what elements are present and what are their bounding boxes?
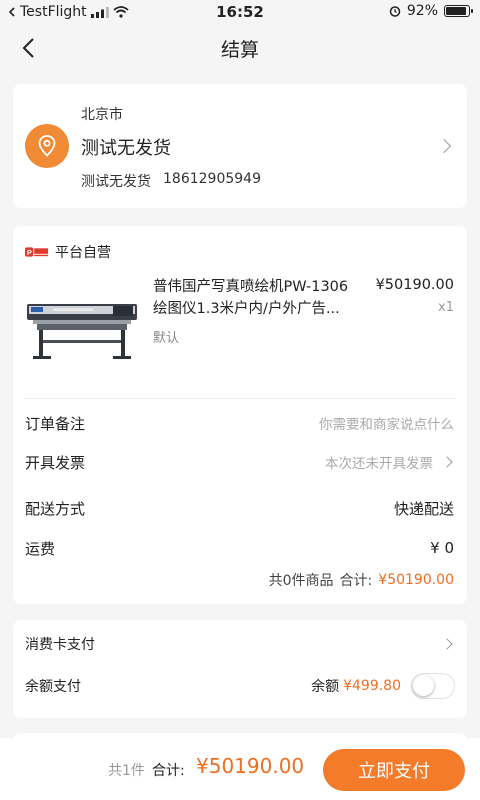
product-name-line1: 普伟国产写真喷绘机PW-1306: [153, 279, 349, 295]
delivery-row: 配送方式 快递配送: [25, 494, 454, 522]
product-name[interactable]: 普伟国产写真喷绘机PW-1306 绘图仪1.3米户内/户外广告...: [153, 276, 363, 320]
order-remark-row[interactable]: 订单备注 你需要和商家说点什么: [25, 409, 454, 437]
divider: [25, 398, 455, 399]
summary-count: 共0件商品: [268, 573, 334, 589]
invoice-row[interactable]: 开具发票 本次还未开具发票: [25, 448, 454, 476]
balance-amount: ¥499.80: [343, 678, 401, 694]
shop-name: 平台自营: [55, 245, 111, 261]
delivery-label: 配送方式: [25, 499, 86, 518]
product-spec: 默认: [153, 331, 180, 346]
order-remark-label: 订单备注: [25, 414, 86, 433]
product-quantity: x1: [438, 300, 454, 315]
total-count: 共1件: [108, 763, 145, 779]
product-price: ¥50190.00: [375, 277, 454, 293]
contact-phone: 18612905949: [163, 171, 261, 187]
summary-total: ¥50190.00: [378, 572, 454, 588]
card-pay-label: 消费卡支付: [25, 637, 95, 653]
location-icon: [25, 124, 69, 168]
svg-text:P: P: [27, 248, 32, 257]
invoice-value-group: 本次还未开具发票: [325, 452, 454, 472]
product-name-line2: 绘图仪1.3米户内/户外广告...: [153, 301, 340, 317]
balance-group: 余额 ¥499.80: [311, 673, 467, 699]
chevron-right-icon: [441, 456, 453, 468]
chevron-right-icon: [441, 638, 453, 650]
battery-percent: 92%: [406, 3, 438, 19]
page-title: 结算: [220, 39, 259, 61]
address-card[interactable]: 北京市 测试无发货 测试无发货 18612905949: [13, 84, 467, 208]
chevron-right-icon: [436, 138, 452, 154]
invoice-value: 本次还未开具发票: [325, 456, 433, 472]
shop-logo: P: [25, 247, 49, 257]
balance-pay-row: 余额支付 余额 ¥499.80: [25, 672, 467, 700]
order-remark-input[interactable]: 你需要和商家说点什么: [319, 413, 454, 433]
total-amount: ¥50190.00: [196, 754, 305, 778]
pay-now-button[interactable]: 立即支付: [323, 749, 465, 791]
balance-pay-label: 余额支付: [25, 679, 81, 695]
bottom-bar: 共1件 合计: ¥50190.00 立即支付: [0, 738, 480, 800]
order-card: P 平台自营 普伟国产写真喷绘机PW-1306 绘图仪1.3米户内/户外广告..…: [13, 226, 467, 604]
battery-icon: [444, 5, 473, 17]
alarm-icon: [389, 6, 401, 17]
freight-value: ¥ 0: [430, 539, 454, 557]
product-image[interactable]: [23, 282, 141, 364]
total-label: 合计:: [152, 763, 185, 779]
delivery-value: 快递配送: [393, 499, 454, 518]
shop-header: P 平台自营: [25, 242, 111, 262]
status-right: 92%: [389, 3, 473, 19]
back-button[interactable]: [14, 34, 42, 62]
nav-bar: 结算: [0, 24, 480, 72]
order-summary: 共0件商品 合计: ¥50190.00: [269, 570, 454, 590]
address-city: 北京市: [81, 107, 123, 123]
battery-level: [446, 7, 467, 15]
card-pay-row[interactable]: 消费卡支付: [25, 630, 454, 658]
balance-toggle[interactable]: [411, 673, 455, 699]
summary-total-label: 合计:: [339, 573, 373, 589]
payment-card: 消费卡支付 余额支付 余额 ¥499.80: [13, 620, 467, 718]
address-contact: 测试无发货 18612905949: [81, 171, 261, 191]
chevron-left-icon: [22, 38, 34, 58]
toggle-knob: [413, 675, 434, 696]
status-bar: TestFlight 16:52 92%: [0, 0, 480, 24]
contact-name: 测试无发货: [81, 174, 151, 190]
freight-label: 运费: [25, 539, 56, 558]
address-detail: 测试无发货: [81, 138, 171, 159]
freight-row: 运费 ¥ 0: [25, 534, 454, 562]
balance-prefix: 余额: [311, 679, 340, 695]
invoice-label: 开具发票: [25, 453, 86, 472]
